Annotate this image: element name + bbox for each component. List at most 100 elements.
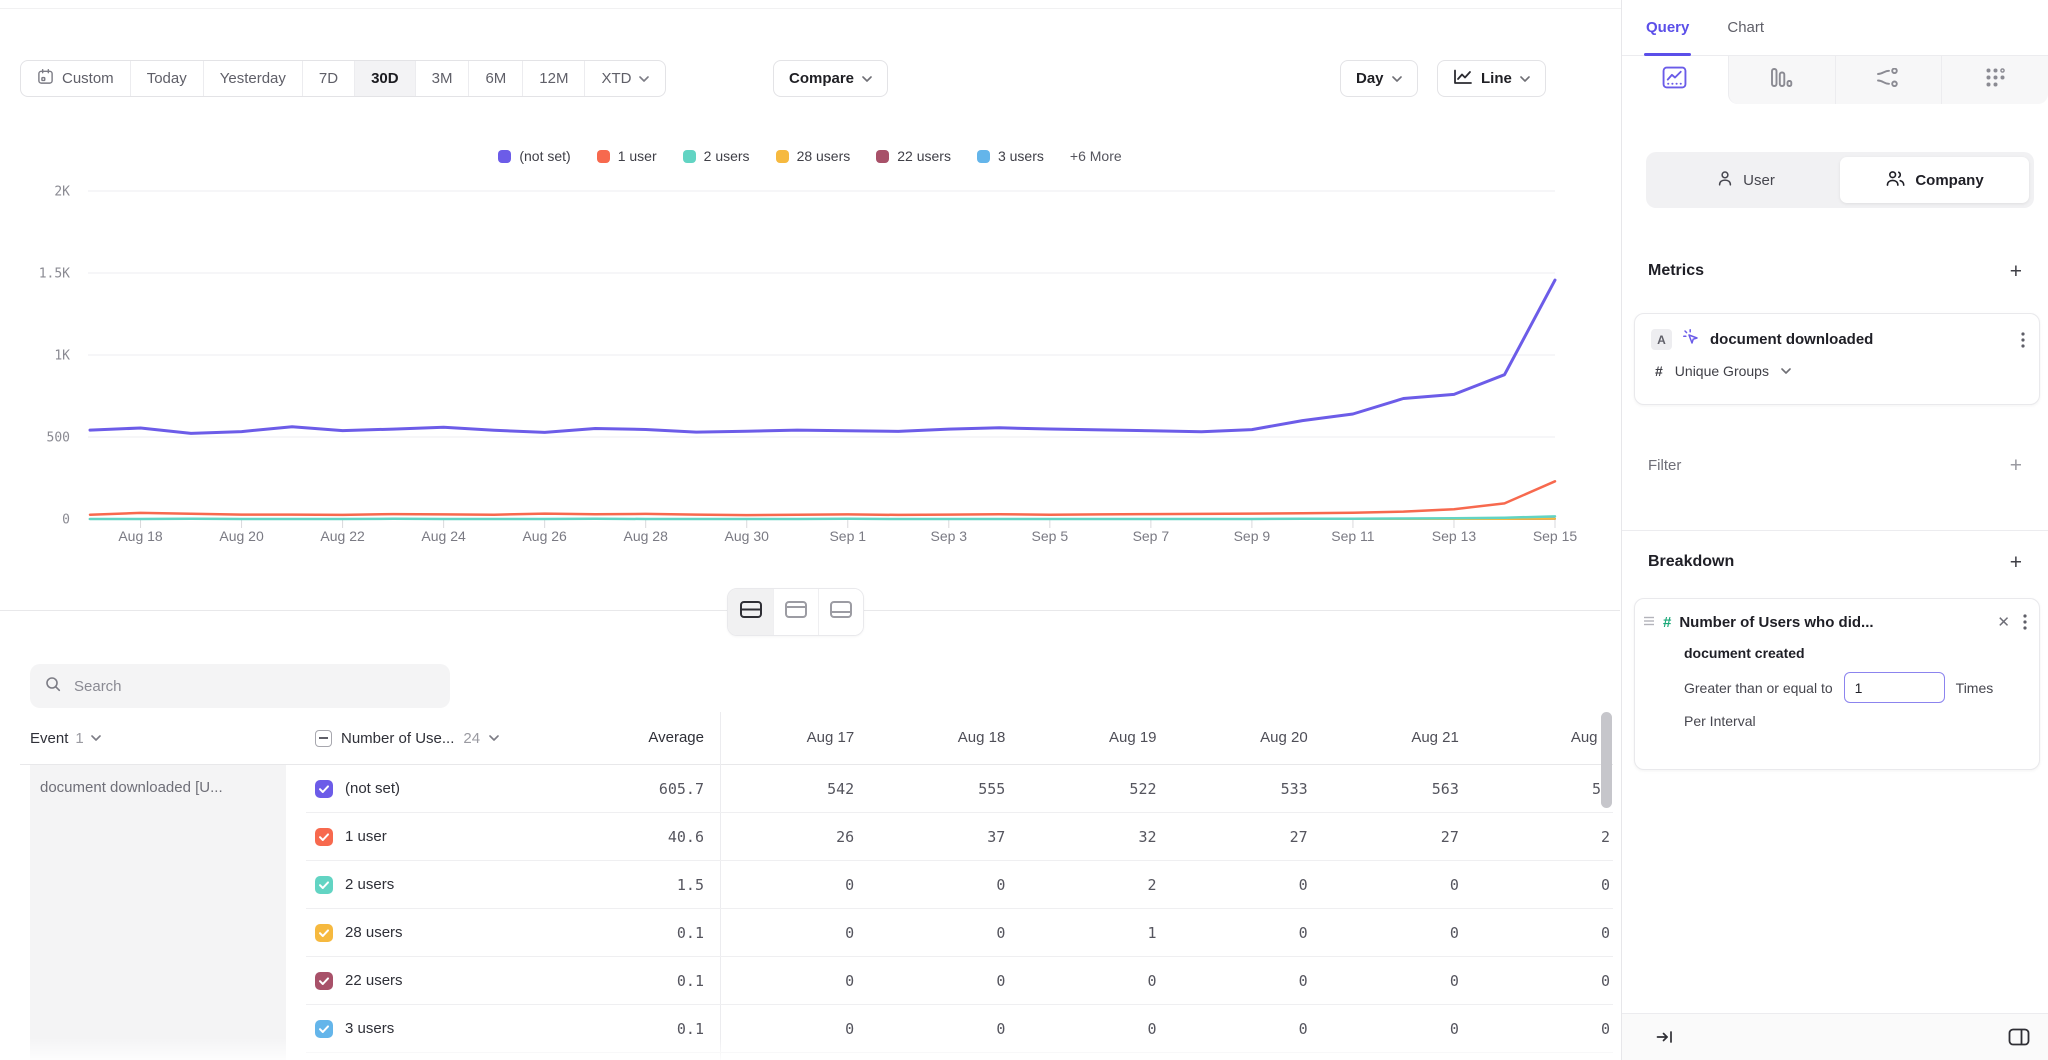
table-row: (not set)605.754255552253356353 (0, 765, 1613, 813)
legend-swatch (683, 150, 696, 163)
drag-handle-icon[interactable] (1643, 613, 1655, 631)
range-label: Today (147, 70, 187, 87)
row-divider (306, 1052, 1613, 1053)
legend-item[interactable]: 1 user (597, 148, 657, 164)
breakdown-event-name[interactable]: document created (1684, 645, 2029, 661)
flow-icon (1876, 68, 1900, 92)
date-column-header[interactable]: Aug 19 (1008, 712, 1159, 764)
line-chart[interactable]: 05001K1.5K2KAug 18Aug 20Aug 22Aug 24Aug … (0, 180, 1620, 560)
chart-type-tab-flow[interactable] (1835, 56, 1942, 104)
chart-style-dropdown[interactable]: Line (1437, 60, 1546, 97)
kebab-menu-icon[interactable] (2021, 612, 2029, 632)
range-custom[interactable]: Custom (21, 61, 130, 96)
x-axis-label: Aug 28 (624, 528, 669, 544)
row-checkbox[interactable] (315, 780, 333, 798)
chart-type-tab-line-chart[interactable] (1622, 56, 1728, 104)
range-12m[interactable]: 12M (522, 61, 584, 96)
person-icon (1716, 170, 1734, 191)
range-yesterday[interactable]: Yesterday (203, 61, 302, 96)
row-checkbox[interactable] (315, 972, 333, 990)
toggle-user[interactable]: User (1651, 157, 1840, 203)
value-cell: 53 (1462, 765, 1613, 813)
date-column-header[interactable]: Aug 20 (1160, 712, 1311, 764)
average-value: 1.5 (530, 861, 704, 909)
legend-item[interactable]: 28 users (776, 148, 851, 164)
add-filter-button[interactable]: + (2010, 455, 2022, 476)
layout-toggle-split-view-active[interactable] (728, 589, 773, 635)
event-column-header[interactable]: Event 1 (30, 712, 101, 764)
legend-item[interactable]: (not set) (498, 148, 570, 164)
search-box[interactable] (30, 664, 450, 708)
range-xtd[interactable]: XTD (584, 61, 665, 96)
row-checkbox[interactable] (315, 1020, 333, 1038)
table-row: 22 users0.1000000 (0, 957, 1613, 1005)
range-label: Custom (62, 70, 114, 87)
range-today[interactable]: Today (130, 61, 203, 96)
compare-label: Compare (789, 70, 854, 87)
dots-grid-icon (1985, 67, 2006, 93)
row-checkbox[interactable] (315, 876, 333, 894)
collapse-panel-icon[interactable] (1652, 1025, 1678, 1049)
date-column-header[interactable]: Aug 2 (1462, 712, 1613, 764)
date-column-header[interactable]: Aug 17 (706, 712, 857, 764)
add-breakdown-button[interactable]: + (2010, 552, 2022, 573)
measure-dropdown[interactable]: # Unique Groups (1651, 363, 2027, 379)
chevron-down-icon (1520, 76, 1530, 82)
group-column-header[interactable]: Number of Use... 24 (315, 712, 499, 764)
range-7d[interactable]: 7D (302, 61, 354, 96)
series-line--not-set- (90, 280, 1555, 433)
range-30d[interactable]: 30D (354, 61, 415, 96)
select-all-checkbox[interactable] (315, 730, 332, 747)
tab-query[interactable]: Query (1646, 0, 1689, 56)
condition-value-input[interactable] (1844, 672, 1945, 703)
row-checkbox[interactable] (315, 924, 333, 942)
event-cursor-icon (1682, 328, 1700, 351)
search-input[interactable] (74, 678, 436, 695)
condition-label[interactable]: Greater than or equal to (1684, 680, 1833, 696)
metrics-heading: Metrics (1648, 262, 1704, 280)
metric-badge: A (1651, 329, 1672, 350)
compare-button[interactable]: Compare (773, 60, 888, 97)
breakdown-card[interactable]: # Number of Users who did... ✕ document … (1634, 598, 2040, 770)
bar-chart-icon (1770, 67, 1793, 93)
chart-type-tab-bar-chart[interactable] (1728, 56, 1835, 104)
value-cell: 32 (1008, 813, 1159, 861)
layout-toggle-bottom-panel-view[interactable] (818, 589, 863, 635)
range-6m[interactable]: 6M (468, 61, 522, 96)
toggle-company[interactable]: Company (1840, 157, 2029, 203)
value-cell: 0 (1008, 957, 1159, 1005)
row-checkbox[interactable] (315, 828, 333, 846)
range-3m[interactable]: 3M (415, 61, 469, 96)
row-values: 26373227272 (706, 813, 1613, 861)
value-cell: 522 (1008, 765, 1159, 813)
interval-dropdown[interactable]: Day (1340, 60, 1418, 97)
y-axis-label: 2K (54, 185, 70, 200)
legend-label: (not set) (519, 148, 570, 164)
side-panel-layout-icon[interactable] (2004, 1024, 2034, 1050)
people-icon (1885, 170, 1906, 191)
legend-item[interactable]: 3 users (977, 148, 1044, 164)
close-icon[interactable]: ✕ (1994, 613, 2013, 631)
range-label: XTD (601, 70, 631, 87)
chart-type-tab-dots-grid[interactable] (1941, 56, 2048, 104)
value-cell: 0 (1160, 1005, 1311, 1053)
x-axis-label: Sep 9 (1234, 528, 1271, 544)
filter-section-header: Filter + (1648, 452, 2022, 478)
metric-card[interactable]: A document downloaded # Unique Groups (1634, 313, 2040, 405)
legend-more-button[interactable]: +6 More (1070, 148, 1122, 164)
value-cell: 1 (1008, 909, 1159, 957)
legend-item[interactable]: 2 users (683, 148, 750, 164)
legend-label: 1 user (618, 148, 657, 164)
tab-chart[interactable]: Chart (1727, 0, 1764, 56)
add-metric-button[interactable]: + (2010, 261, 2022, 282)
date-column-header[interactable]: Aug 21 (1311, 712, 1462, 764)
date-column-header[interactable]: Aug 18 (857, 712, 1008, 764)
toggle-user-label: User (1743, 172, 1775, 189)
per-interval-label[interactable]: Per Interval (1684, 713, 2029, 729)
average-value: 605.7 (530, 765, 704, 813)
layout-toggle-top-panel-view[interactable] (773, 589, 818, 635)
vertical-scrollbar[interactable] (1601, 712, 1612, 808)
chevron-down-icon (1392, 76, 1402, 82)
legend-item[interactable]: 22 users (876, 148, 951, 164)
kebab-menu-icon[interactable] (2019, 330, 2027, 350)
